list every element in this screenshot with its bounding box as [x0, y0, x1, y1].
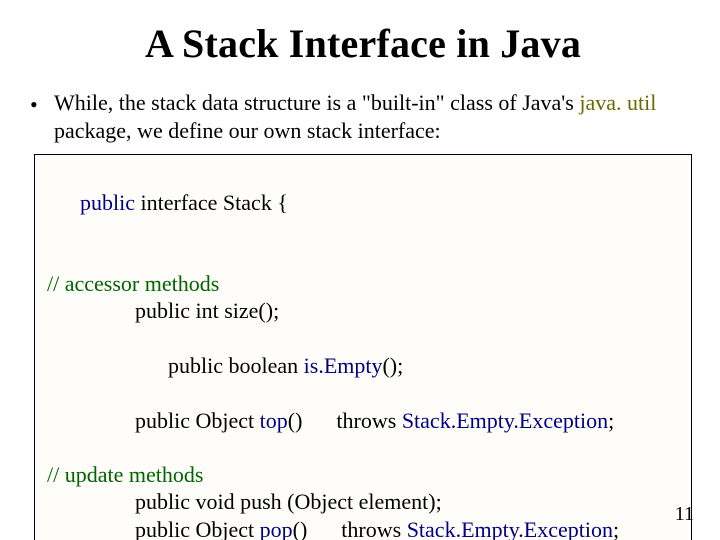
isempty-post: (); [382, 353, 403, 378]
pop-throws-name: Stack.Empty.Exception [407, 517, 613, 540]
top-throws: throws Stack.Empty.Exception; [336, 407, 614, 435]
isempty-pre: public boolean [168, 353, 304, 378]
top-post: () [288, 408, 303, 433]
pop-throws-pre: throws [341, 517, 406, 540]
slide: A Stack Interface in Java • While, the s… [0, 0, 720, 540]
slide-title: A Stack Interface in Java [34, 20, 692, 67]
top-left: public Object top() [135, 407, 302, 435]
code-pop: public Object pop() throws Stack.Empty.E… [47, 516, 681, 540]
isempty-name: is.Empty [304, 353, 383, 378]
code-push: public void push (Object element); [47, 488, 681, 516]
pop-post: () [293, 517, 308, 540]
keyword-public: public [80, 190, 135, 215]
bullet-text-post: package, we define our own stack interfa… [54, 118, 441, 143]
page-number: 11 [675, 503, 694, 526]
top-throws-pre: throws [336, 408, 401, 433]
bullet-item: • While, the stack data structure is a "… [30, 89, 692, 144]
comment-accessor: // accessor methods [47, 270, 681, 298]
top-throws-name: Stack.Empty.Exception [402, 408, 608, 433]
gap [302, 407, 336, 435]
code-box: public interface Stack { // accessor met… [34, 154, 692, 540]
pop-left: public Object pop() [135, 516, 307, 540]
top-name: top [260, 408, 288, 433]
code-decl-rest: interface Stack { [135, 190, 288, 215]
blank-line [47, 435, 681, 461]
pop-pre: public Object [135, 517, 260, 540]
code-isempty: public boolean is.Empty(); [47, 325, 681, 408]
code-declaration: public interface Stack { [47, 161, 681, 244]
top-pre: public Object [135, 408, 260, 433]
bullet-dot-icon: • [30, 89, 54, 119]
pop-throws: throws Stack.Empty.Exception; [341, 516, 619, 540]
code-size: public int size(); [47, 297, 681, 325]
comment-update: // update methods [47, 461, 681, 489]
pop-throws-post: ; [613, 517, 619, 540]
code-top: public Object top() throws Stack.Empty.E… [47, 407, 681, 435]
bullet-text: While, the stack data structure is a "bu… [54, 89, 692, 144]
top-throws-post: ; [608, 408, 614, 433]
blank-line [47, 244, 681, 270]
bullet-text-pre: While, the stack data structure is a "bu… [54, 90, 579, 115]
gap [307, 516, 341, 540]
pop-name: pop [260, 517, 293, 540]
bullet-highlight: java. util [579, 90, 656, 115]
